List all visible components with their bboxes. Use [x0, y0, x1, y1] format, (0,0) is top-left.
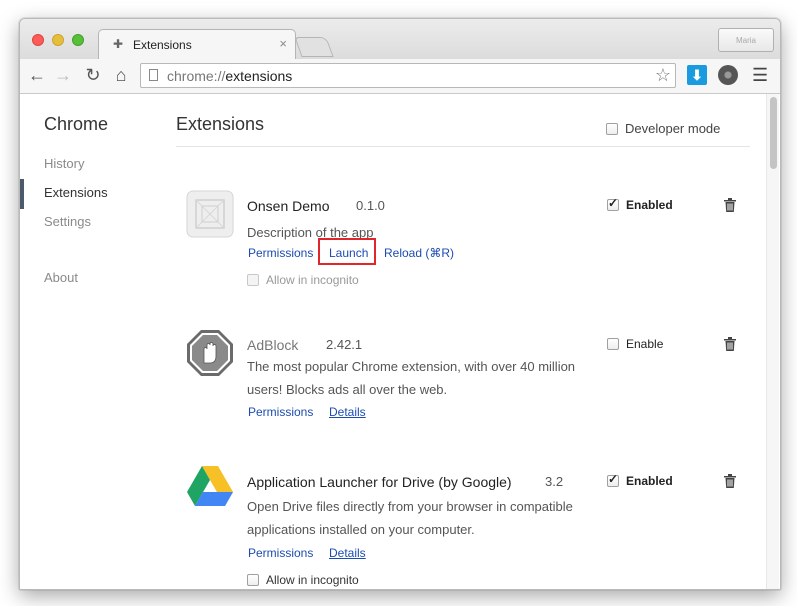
allow-incognito-label: Allow in incognito	[266, 273, 359, 287]
extension-version: 0.1.0	[356, 198, 385, 213]
trash-icon[interactable]	[724, 474, 736, 488]
permissions-link[interactable]: Permissions	[248, 405, 313, 419]
zoom-window-button[interactable]	[72, 34, 84, 46]
description-line: applications installed on your computer.	[247, 522, 475, 537]
extension-name: AdBlock	[247, 337, 299, 353]
developer-mode-toggle[interactable]: Developer mode	[606, 121, 720, 136]
back-arrow-icon[interactable]: ←	[26, 64, 48, 86]
google-drive-icon	[187, 466, 233, 506]
extension-item-onsen-demo: Onsen Demo 0.1.0 Description of the app …	[176, 190, 756, 300]
enabled-checkbox[interactable]	[607, 472, 619, 487]
extension-description: Description of the app	[247, 225, 374, 240]
hamburger-menu-icon[interactable]: ☰	[752, 65, 768, 85]
permissions-link[interactable]: Permissions	[248, 246, 313, 260]
divider	[176, 146, 750, 147]
allow-incognito-toggle[interactable]: Allow in incognito	[247, 273, 359, 287]
address-bar[interactable]: chrome://extensions ☆	[140, 63, 676, 88]
tab-close-icon[interactable]: ×	[279, 36, 287, 51]
extension-name: Application Launcher for Drive (by Googl…	[247, 474, 512, 490]
tab-title: Extensions	[133, 38, 192, 52]
description-line: users! Blocks ads all over the web.	[247, 382, 448, 397]
browser-window: ✚ Extensions × Maria ← → ↻ ⌂ chrome://ex…	[19, 18, 781, 590]
allow-incognito-label: Allow in incognito	[266, 573, 359, 587]
enable-label: Enable	[626, 337, 664, 351]
enabled-label: Enabled	[626, 198, 673, 212]
extension-description: Open Drive files directly from your brow…	[247, 495, 597, 541]
close-window-button[interactable]	[32, 34, 44, 46]
tab-extensions[interactable]: ✚ Extensions ×	[98, 29, 296, 60]
puzzle-piece-icon: ✚	[113, 37, 124, 51]
sidebar-item-settings[interactable]: Settings	[44, 214, 91, 229]
scrollbar-thumb[interactable]	[770, 97, 777, 169]
description-line: Open Drive files directly from your brow…	[247, 499, 573, 514]
extension-description: The most popular Chrome extension, with …	[247, 355, 597, 401]
url-text[interactable]: chrome://extensions	[167, 68, 292, 84]
sidebar-item-about[interactable]: About	[44, 270, 78, 285]
extension-name: Onsen Demo	[247, 198, 330, 214]
title-bar: ✚ Extensions × Maria	[20, 19, 780, 60]
forward-arrow-icon[interactable]: →	[52, 64, 74, 86]
home-icon[interactable]: ⌂	[110, 64, 132, 86]
scrollbar[interactable]	[766, 94, 779, 589]
allow-incognito-checkbox[interactable]	[247, 574, 259, 586]
details-link[interactable]: Details	[329, 405, 366, 419]
enable-checkbox[interactable]	[607, 338, 619, 350]
film-reel-extension-icon[interactable]	[718, 65, 738, 85]
reload-link[interactable]: Reload (⌘R)	[384, 246, 454, 260]
enable-toggle[interactable]: Enable	[607, 337, 663, 351]
active-indicator	[20, 179, 24, 209]
new-tab-button[interactable]	[294, 37, 334, 57]
page-title: Extensions	[176, 114, 265, 134]
trash-icon[interactable]	[724, 337, 736, 351]
extensions-page: Chrome History Extensions Settings About…	[20, 94, 780, 589]
enabled-checkbox[interactable]	[607, 196, 619, 211]
developer-mode-label: Developer mode	[625, 121, 721, 136]
enable-toggle[interactable]: Enabled	[607, 196, 673, 212]
reload-icon[interactable]: ↻	[82, 64, 104, 86]
permissions-link[interactable]: Permissions	[248, 546, 313, 560]
sidebar-item-extensions[interactable]: Extensions	[44, 185, 108, 200]
extension-version: 3.2	[545, 474, 564, 489]
download-extension-icon[interactable]: ⬇	[687, 65, 707, 85]
onsen-app-icon	[186, 190, 234, 238]
page-icon	[149, 69, 158, 81]
details-link[interactable]: Details	[329, 546, 366, 560]
extension-version: 2.42.1	[326, 337, 363, 352]
launch-link[interactable]: Launch	[329, 246, 368, 260]
extension-item-adblock: AdBlock 2.42.1 The most popular Chrome e…	[176, 329, 756, 419]
developer-mode-checkbox[interactable]	[606, 123, 618, 135]
enabled-label: Enabled	[626, 474, 673, 488]
toolbar: ← → ↻ ⌂ chrome://extensions ☆ ⬇ ☰	[20, 59, 780, 94]
allow-incognito-checkbox[interactable]	[247, 274, 259, 286]
bookmark-star-icon[interactable]: ☆	[655, 65, 671, 86]
allow-incognito-toggle[interactable]: Allow in incognito	[247, 573, 359, 587]
extension-item-drive-launcher: Application Launcher for Drive (by Googl…	[176, 462, 756, 587]
adblock-stop-hand-icon	[187, 330, 233, 376]
profile-button[interactable]: Maria	[718, 28, 774, 52]
description-line: The most popular Chrome extension, with …	[247, 359, 576, 374]
enable-toggle[interactable]: Enabled	[607, 472, 673, 488]
sidebar-title: Chrome	[44, 114, 109, 134]
trash-icon[interactable]	[724, 198, 736, 212]
minimize-window-button[interactable]	[52, 34, 64, 46]
sidebar-item-history[interactable]: History	[44, 156, 84, 171]
